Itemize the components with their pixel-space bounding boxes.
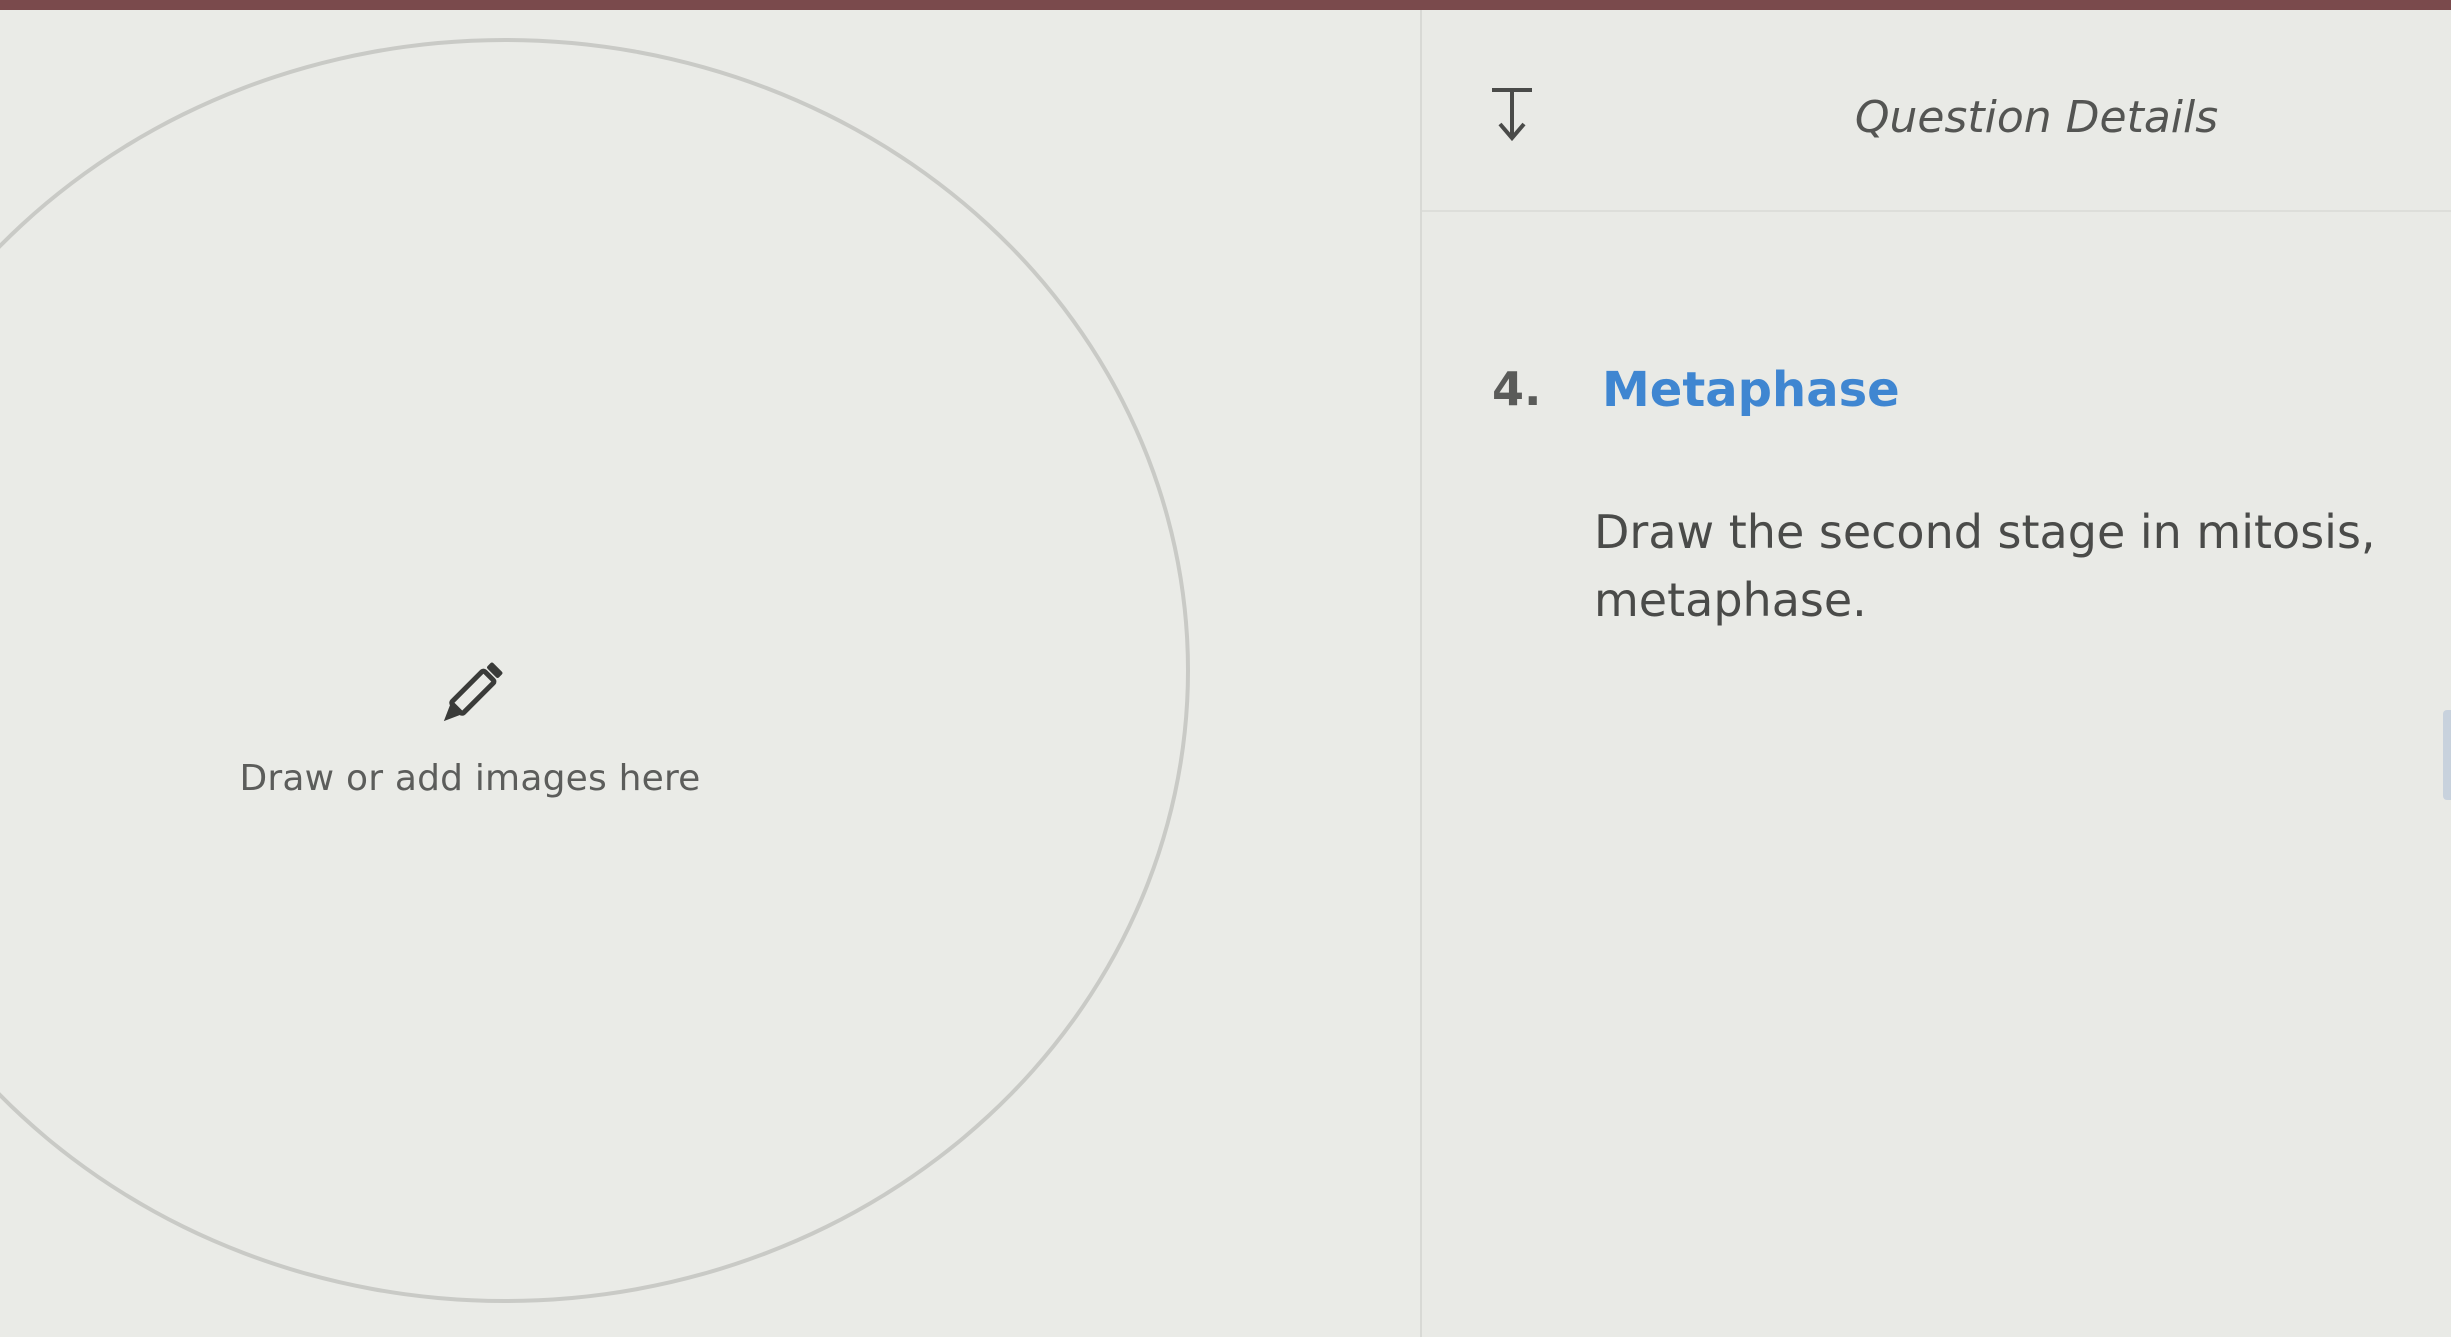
question-title: Metaphase — [1602, 362, 1900, 418]
question-details-panel: Question Details 4. Metaphase Draw the s… — [1422, 10, 2451, 1337]
drawing-canvas-area[interactable]: Draw or add images here — [0, 10, 1422, 1337]
pencil-icon — [425, 650, 515, 740]
question-prompt: Draw the second stage in mitosis, metaph… — [1594, 505, 2376, 627]
window-top-strip — [0, 0, 2451, 10]
question-number: 4. — [1492, 362, 1542, 416]
details-header-title: Question Details — [1854, 92, 2219, 143]
details-header: Question Details — [1422, 10, 2451, 212]
question-workspace: Draw or add images here Question Details… — [0, 10, 2451, 1337]
panel-edge-tab[interactable] — [2443, 710, 2451, 800]
draw-hint-text: Draw or add images here — [239, 758, 701, 799]
draw-hint: Draw or add images here — [200, 650, 740, 799]
